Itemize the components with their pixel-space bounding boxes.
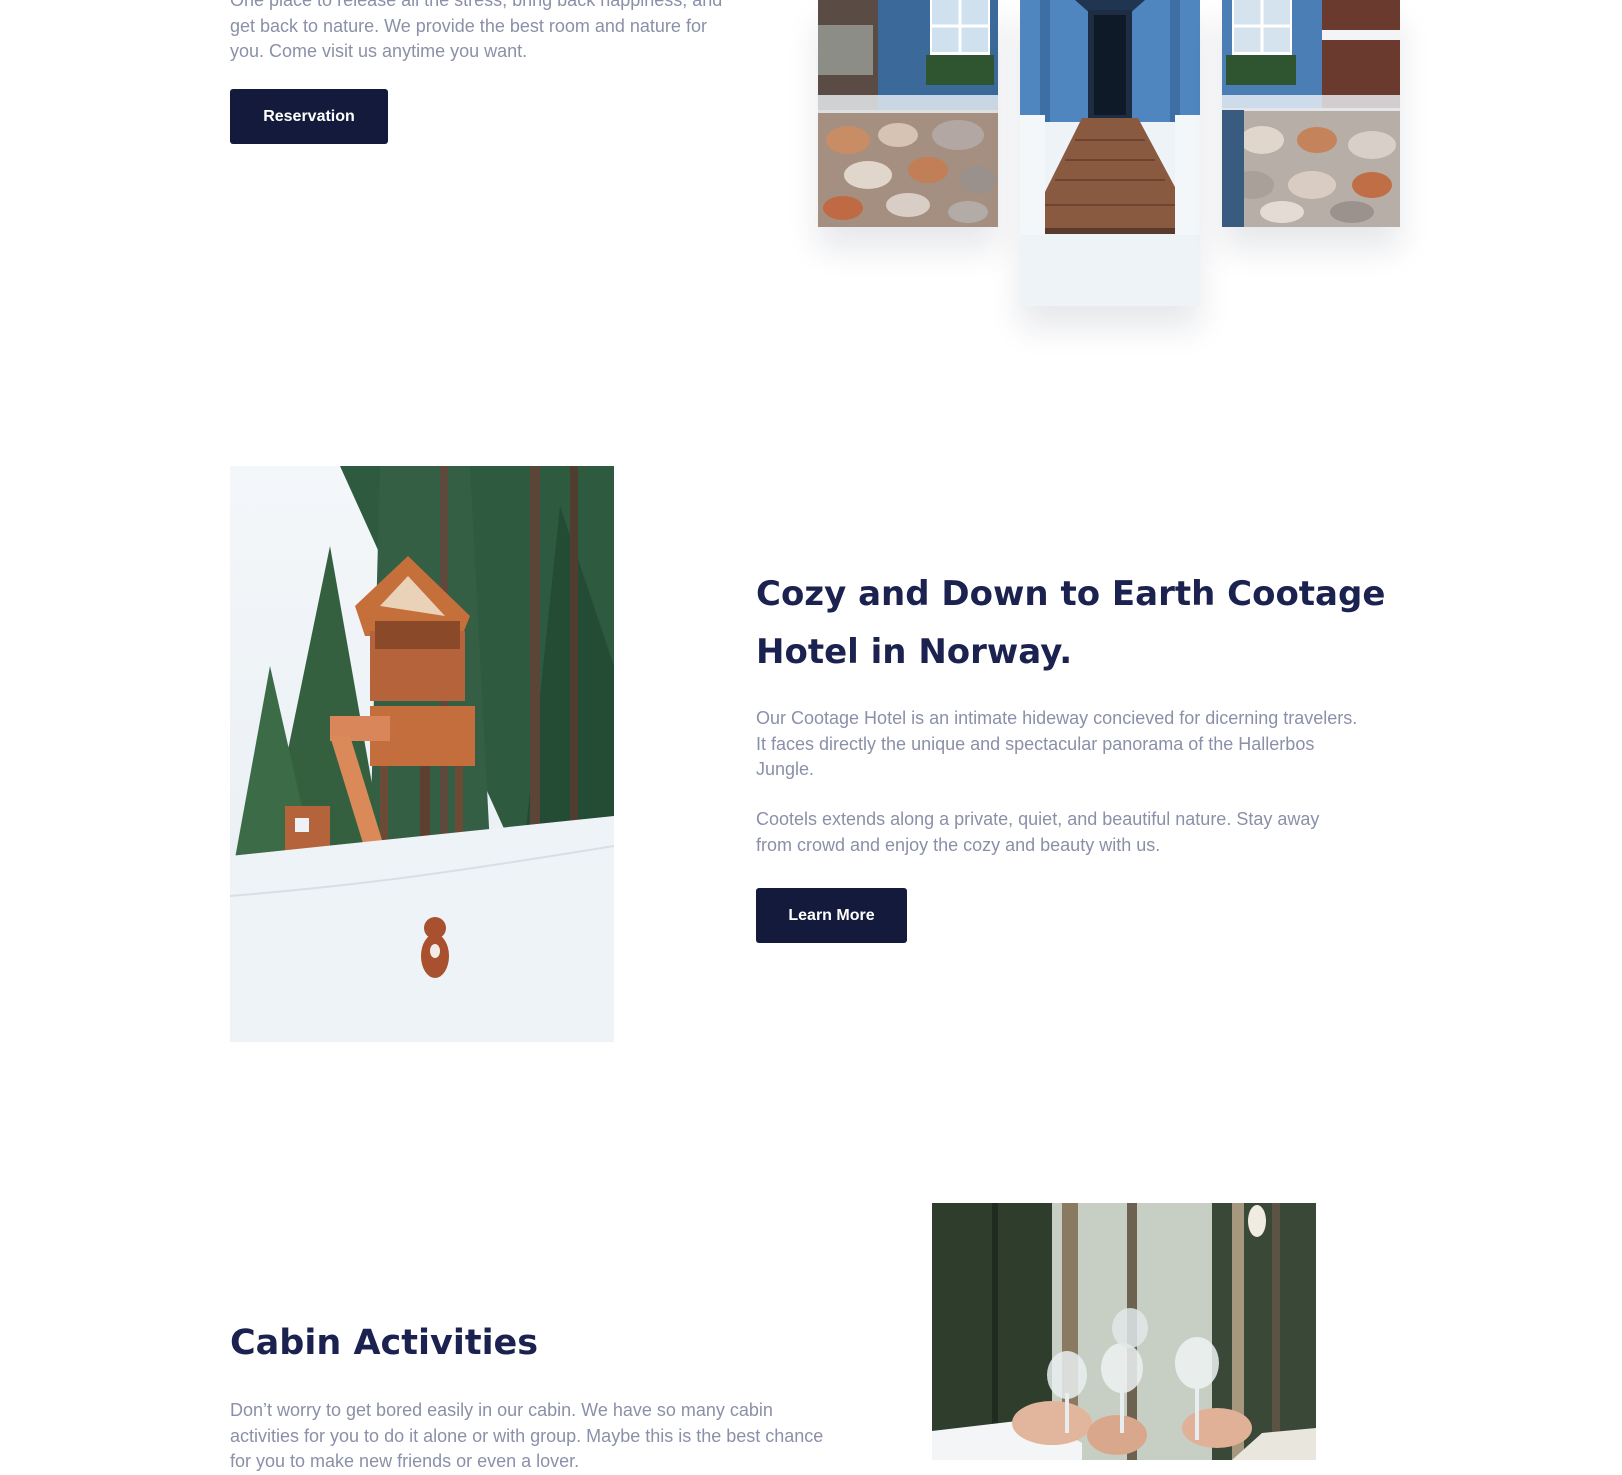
cootage-paragraph-2-line-1: Cootels extends along a private, quiet, … (756, 809, 1320, 829)
activities-text-line-3: for you to make new friends or even a lo… (230, 1451, 580, 1471)
cootage-title-line-2: Hotel in Norway. (756, 632, 1073, 672)
cabin-window-left-image (818, 0, 998, 227)
learn-more-button[interactable]: Learn More (756, 888, 907, 943)
cabin-window-right-image (1222, 0, 1400, 227)
reservation-button[interactable]: Reservation (230, 89, 388, 144)
cootage-title: Cozy and Down to Earth Cootage Hotel in … (756, 565, 1456, 681)
cootage-paragraph-1-line-2: It faces directly the unique and spectac… (756, 733, 1315, 754)
treehouse-image (230, 466, 614, 1042)
activities-text-line-1: Don’t worry to get bored easily in our c… (230, 1400, 773, 1420)
hero-text: One place to release all the stress, bri… (230, 0, 790, 65)
activities-text-line-2: activities for you to do it alone or wit… (230, 1425, 824, 1446)
cootage-title-line-1: Cozy and Down to Earth Cootage (756, 574, 1386, 614)
hero-text-line-1: One place to release all the stress, bri… (230, 0, 723, 10)
cootage-paragraph-1-line-3: Jungle. (756, 759, 815, 779)
activities-text: Don’t worry to get bored easily in our c… (230, 1398, 890, 1475)
hero-text-line-3: you. Come visit us anytime you want. (230, 41, 528, 61)
cootage-paragraph-1-line-1: Our Cootage Hotel is an intimate hideway… (756, 708, 1358, 728)
activities-title: Cabin Activities (230, 1323, 539, 1363)
cootage-paragraph-2: Cootels extends along a private, quiet, … (756, 807, 1416, 858)
cootage-paragraph-1: Our Cootage Hotel is an intimate hideway… (756, 706, 1416, 783)
cootage-paragraph-2-line-2: from crowd and enjoy the cozy and beauty… (756, 834, 1161, 855)
toast-wine-image (932, 1203, 1316, 1460)
hero-text-line-2: get back to nature. We provide the best … (230, 15, 707, 36)
cabin-door-image (1020, 0, 1200, 306)
